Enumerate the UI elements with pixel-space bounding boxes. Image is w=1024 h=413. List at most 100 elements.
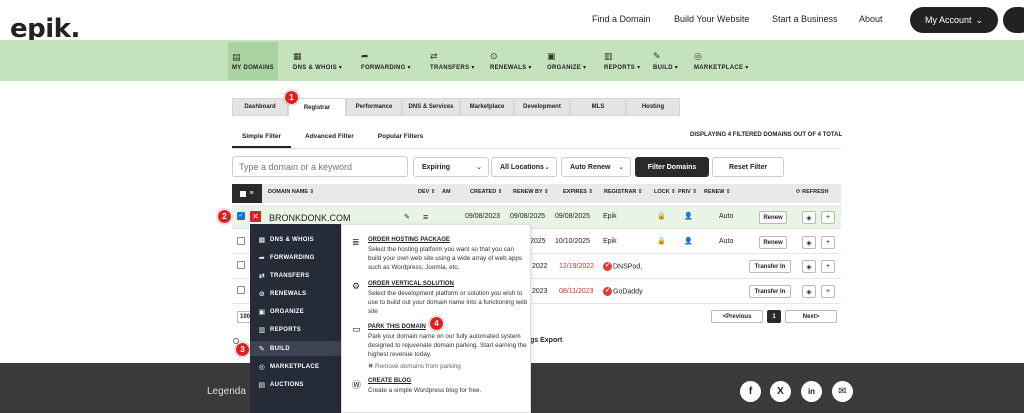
privacy-icon[interactable]: 👤 xyxy=(684,212,693,220)
header-extra-button[interactable] xyxy=(1003,7,1024,33)
reset-filter-button[interactable]: Reset Filter xyxy=(712,157,784,177)
start-business-link[interactable]: Start a Business xyxy=(772,14,838,24)
nav-forwarding[interactable]: ➦ FORWARDING ▾ xyxy=(357,42,415,80)
lock-icon[interactable]: 🔒 xyxy=(657,237,666,245)
export-label[interactable]: gs Export xyxy=(530,337,562,344)
menu-item-renewals[interactable]: ⊙ RENEWALS xyxy=(258,290,306,298)
menu-item-forwarding[interactable]: ➦ FORWARDING xyxy=(258,254,315,262)
tab-mls[interactable]: MLS xyxy=(570,98,626,116)
refresh-button[interactable]: ⟳ REFRESH xyxy=(796,189,828,195)
tab-simple-filter[interactable]: Simple Filter xyxy=(232,130,292,148)
tab-development[interactable]: Development xyxy=(514,98,570,116)
menu-item-dns-whois[interactable]: ▦ DNS & WHOIS xyxy=(258,236,314,244)
callout-3: 3 xyxy=(235,342,250,357)
tag-icon[interactable]: ◈ xyxy=(802,285,816,298)
row-checkbox[interactable]: ✓ xyxy=(237,212,245,220)
per-page-select[interactable]: 100 xyxy=(237,311,251,323)
find-domain-link[interactable]: Find a Domain xyxy=(592,14,651,24)
nav-reports[interactable]: ▥ REPORTS ▾ xyxy=(600,42,644,80)
menu-item-marketplace[interactable]: ◎ MARKETPLACE xyxy=(258,363,319,371)
col-domain-name[interactable]: DOMAIN NAME ⇕ xyxy=(268,189,314,195)
x-twitter-icon[interactable]: X xyxy=(770,381,791,402)
nav-marketplace[interactable]: ◎ MARKETPLACE ▾ xyxy=(690,42,753,80)
gears-icon: ⚙ xyxy=(352,281,361,291)
privacy-icon[interactable]: 👤 xyxy=(684,237,693,245)
page-1-button[interactable]: 1 xyxy=(767,310,781,323)
renew-by-date: 2023 xyxy=(532,288,548,295)
plus-icon[interactable]: + xyxy=(821,260,835,273)
row-checkbox[interactable] xyxy=(237,261,245,269)
create-blog-link[interactable]: CREATE BLOG xyxy=(368,378,411,384)
tag-icon[interactable]: ◈ xyxy=(802,211,816,224)
plus-icon[interactable]: + xyxy=(821,285,835,298)
menu-item-auctions[interactable]: ▤ AUCTIONS xyxy=(258,381,304,389)
expiring-select[interactable]: Expiring ⌄ xyxy=(413,157,489,177)
registrar-logo-icon: ✔ xyxy=(603,287,612,296)
nav-my-domains[interactable]: ▤ MY DOMAINS xyxy=(228,42,278,80)
domain-name[interactable]: BRONKDONK.COM xyxy=(269,213,351,223)
tab-marketplace[interactable]: Marketplace xyxy=(460,98,514,116)
transfer-in-button[interactable]: Transfer In xyxy=(749,285,791,298)
linkedin-icon[interactable]: in xyxy=(801,381,822,402)
row-checkbox[interactable] xyxy=(237,237,245,245)
locations-select[interactable]: All Locations ⌄ xyxy=(491,157,557,177)
col-priv[interactable]: PRIV ⇕ xyxy=(678,189,697,195)
registrar-logo-icon: ✔ xyxy=(603,262,612,271)
auto-renew-value: Auto xyxy=(719,238,734,245)
email-icon[interactable]: ✉ xyxy=(832,381,853,402)
callout-1: 1 xyxy=(284,90,299,105)
col-renew[interactable]: RENEW ⇕ xyxy=(704,189,731,195)
nav-transfers[interactable]: ⇄ TRANSFERS ▾ xyxy=(426,42,479,80)
col-created[interactable]: CREATED ⇕ xyxy=(470,189,502,195)
tab-dashboard[interactable]: Dashboard xyxy=(232,98,288,116)
nav-dns-whois[interactable]: ▦ DNS & WHOIS ▾ xyxy=(289,42,346,80)
col-renew-by[interactable]: RENEW BY ⇕ xyxy=(513,189,549,195)
order-vertical-link[interactable]: ORDER VERTICAL SOLUTION xyxy=(368,281,454,287)
remove-parking-link[interactable]: ✖ Remove domains from parking xyxy=(368,362,528,371)
domain-search-input[interactable] xyxy=(232,156,408,177)
col-registrar[interactable]: REGISTRAR ⇕ xyxy=(604,189,643,195)
row-checkbox[interactable] xyxy=(237,286,245,294)
menu-item-organize[interactable]: ▣ ORGANIZE xyxy=(258,308,304,316)
tab-dns-services[interactable]: DNS & Services xyxy=(402,98,460,116)
col-dev[interactable]: DEV ⇕ xyxy=(418,189,435,195)
renew-button[interactable]: Renew xyxy=(759,211,787,224)
filter-domains-button[interactable]: Filter Domains xyxy=(635,157,709,177)
registrar-name: Epik xyxy=(603,213,617,220)
clock-icon: ⊙ xyxy=(490,51,498,61)
tab-advanced-filter[interactable]: Advanced Filter xyxy=(295,130,364,148)
expiring-value: Expiring xyxy=(422,163,451,171)
autorenew-select[interactable]: Auto Renew ⌄ xyxy=(561,157,631,177)
lock-icon[interactable]: 🔒 xyxy=(657,212,666,220)
transfer-in-button[interactable]: Transfer In xyxy=(749,260,791,273)
about-link[interactable]: About xyxy=(859,14,883,24)
expires-date: 08/11/2023 xyxy=(559,288,594,295)
tag-icon[interactable]: ◈ xyxy=(802,236,816,249)
col-lock[interactable]: LOCK ⇕ xyxy=(654,189,676,195)
facebook-icon[interactable]: f xyxy=(740,381,761,402)
my-account-button[interactable]: My Account ⌄ xyxy=(910,7,998,33)
menu-item-build[interactable]: ✎ BUILD xyxy=(258,345,290,353)
edit-icon[interactable]: ✎ xyxy=(404,213,410,221)
tab-performance[interactable]: Performance xyxy=(346,98,402,116)
order-hosting-link[interactable]: ORDER HOSTING PACKAGE xyxy=(368,237,450,243)
briefcase-icon: ▣ xyxy=(258,309,266,316)
renew-button[interactable]: Renew xyxy=(759,236,787,249)
select-all-control[interactable]: ≡ xyxy=(232,184,262,203)
col-expires[interactable]: EXPIRES ⇕ xyxy=(563,189,593,195)
plus-icon[interactable]: + xyxy=(821,211,835,224)
next-page-button[interactable]: Next> xyxy=(785,310,837,323)
close-icon[interactable]: ✕ xyxy=(250,211,261,222)
previous-page-button[interactable]: <Previous xyxy=(711,310,763,323)
plus-icon[interactable]: + xyxy=(821,236,835,249)
nav-organize[interactable]: ▣ ORGANIZE ▾ xyxy=(543,42,590,80)
build-website-link[interactable]: Build Your Website xyxy=(674,14,749,24)
menu-item-reports[interactable]: ▥ REPORTS xyxy=(258,326,301,334)
nav-renewals[interactable]: ⊙ RENEWALS ▾ xyxy=(486,42,536,80)
tab-popular-filters[interactable]: Popular Filters xyxy=(368,130,434,148)
nav-build[interactable]: ✎ BUILD ▾ xyxy=(649,42,682,80)
tab-hosting[interactable]: Hosting xyxy=(626,98,680,116)
tag-icon[interactable]: ◈ xyxy=(802,260,816,273)
park-domain-link[interactable]: PARK THIS DOMAIN xyxy=(368,324,426,330)
menu-item-transfers[interactable]: ⇄ TRANSFERS xyxy=(258,272,309,280)
